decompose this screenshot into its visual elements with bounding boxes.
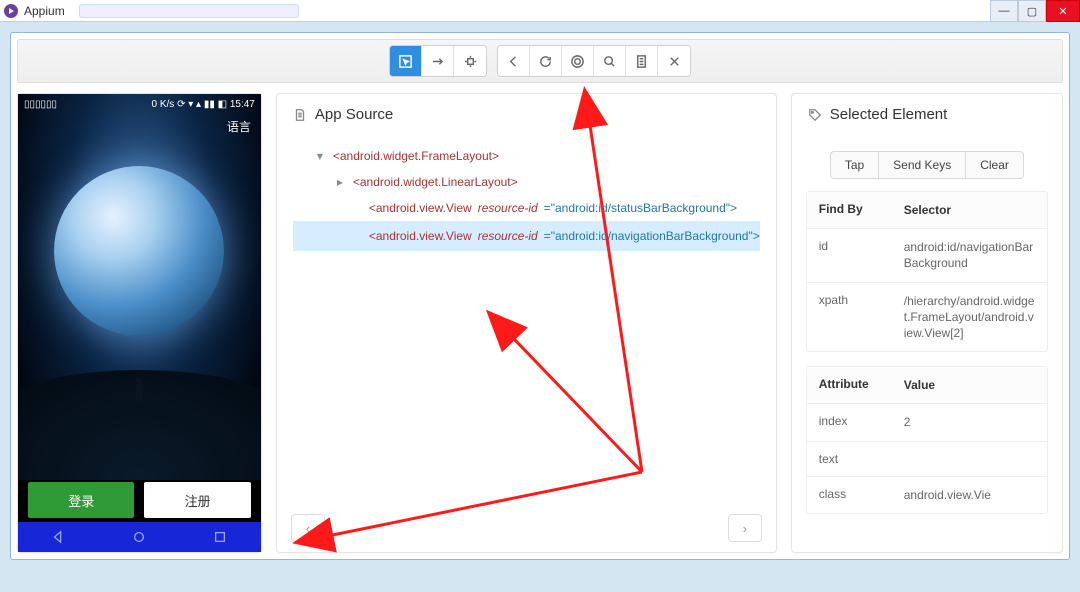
attr-key: class (807, 477, 892, 513)
android-nav-bar (18, 522, 261, 552)
source-tree[interactable]: ▾<android.widget.FrameLayout> ▸<android.… (277, 137, 776, 514)
swipe-button[interactable] (422, 46, 454, 76)
window-controls: — ▢ ✕ (990, 0, 1080, 22)
login-button[interactable]: 登录 (28, 482, 134, 518)
register-button[interactable]: 注册 (144, 482, 250, 518)
clear-button[interactable]: Clear (965, 151, 1024, 179)
selected-element-panel: Selected Element Tap Send Keys Clear Fin… (791, 93, 1063, 553)
document-icon (293, 108, 307, 122)
element-actions: Tap Send Keys Clear (792, 137, 1062, 191)
tag-icon (808, 108, 822, 122)
caret-down-icon[interactable]: ▾ (317, 143, 327, 169)
select-element-button[interactable] (390, 46, 422, 76)
source-pager: ‹ › (277, 514, 776, 552)
toolbar (17, 39, 1063, 83)
selected-header: Selected Element (792, 94, 1062, 137)
window-title: Appium (24, 4, 65, 18)
status-right: 0 K/s ⟳ ▾ ▴ ▮▮ ◧ 15:47 (152, 99, 255, 110)
record-button[interactable] (562, 46, 594, 76)
auth-button-row: 登录 注册 (28, 482, 251, 518)
app-source-title: App Source (315, 106, 393, 123)
findby-val: /hierarchy/android.widget.FrameLayout/an… (892, 283, 1047, 352)
attributes-table: AttributeValue index2 text classandroid.… (806, 366, 1048, 514)
tap-coords-button[interactable] (454, 46, 486, 76)
page-next-button[interactable]: › (728, 514, 762, 542)
attr-val: 2 (892, 404, 1047, 440)
search-element-button[interactable] (594, 46, 626, 76)
page-prev-button[interactable]: ‹ (291, 514, 325, 542)
back-button[interactable] (498, 46, 530, 76)
findby-val: android:id/navigationBarBackground (892, 229, 1047, 281)
app-source-panel: App Source ▾<android.widget.FrameLayout>… (276, 93, 777, 553)
person-silhouette-icon (136, 384, 142, 402)
caret-right-icon[interactable]: ▸ (337, 169, 347, 195)
earth-graphic (54, 166, 224, 336)
nav-back-icon[interactable] (51, 530, 65, 544)
attr-key: text (807, 442, 892, 476)
findby-key: id (807, 229, 892, 281)
device-status-bar: ▯▯▯▯▯▯ 0 K/s ⟳ ▾ ▴ ▮▮ ◧ 15:47 (24, 96, 255, 112)
tree-node[interactable]: <android.view.View resource-id="android:… (293, 195, 760, 221)
attr-val (892, 442, 1047, 476)
maximize-button[interactable]: ▢ (1018, 0, 1046, 22)
quit-session-button[interactable] (658, 46, 690, 76)
selected-title: Selected Element (830, 106, 948, 123)
refresh-button[interactable] (530, 46, 562, 76)
nav-recent-icon[interactable] (213, 530, 227, 544)
window-titlebar: Appium — ▢ ✕ (0, 0, 1080, 22)
copy-xml-button[interactable] (626, 46, 658, 76)
findby-table: Find BySelector idandroid:id/navigationB… (806, 191, 1048, 352)
toolbar-group-select (389, 45, 487, 77)
findby-key: xpath (807, 283, 892, 352)
findby-head-b: Selector (892, 192, 1047, 228)
toolbar-group-session (497, 45, 691, 77)
close-button[interactable]: ✕ (1046, 0, 1080, 22)
tree-node-selected[interactable]: <android.view.View resource-id="android:… (293, 221, 760, 251)
tap-button[interactable]: Tap (830, 151, 879, 179)
attr-val: android.view.Vie (892, 477, 1047, 513)
wallpaper (18, 94, 261, 480)
tree-node[interactable]: ▸<android.widget.LinearLayout> (293, 169, 760, 195)
attr-head-a: Attribute (807, 367, 892, 403)
language-label[interactable]: 语言 (227, 118, 251, 135)
url-hint-chip (79, 4, 299, 18)
attr-key: index (807, 404, 892, 440)
send-keys-button[interactable]: Send Keys (879, 151, 965, 179)
device-screenshot[interactable]: ▯▯▯▯▯▯ 0 K/s ⟳ ▾ ▴ ▮▮ ◧ 15:47 语言 登录 注册 (17, 93, 262, 553)
appium-logo-icon (4, 4, 18, 18)
app-source-header: App Source (277, 94, 776, 137)
nav-home-icon[interactable] (132, 530, 146, 544)
findby-head-a: Find By (807, 192, 892, 228)
minimize-button[interactable]: — (990, 0, 1018, 22)
attr-head-b: Value (892, 367, 1047, 403)
status-left: ▯▯▯▯▯▯ (24, 99, 57, 110)
tree-node[interactable]: ▾<android.widget.FrameLayout> (293, 143, 760, 169)
